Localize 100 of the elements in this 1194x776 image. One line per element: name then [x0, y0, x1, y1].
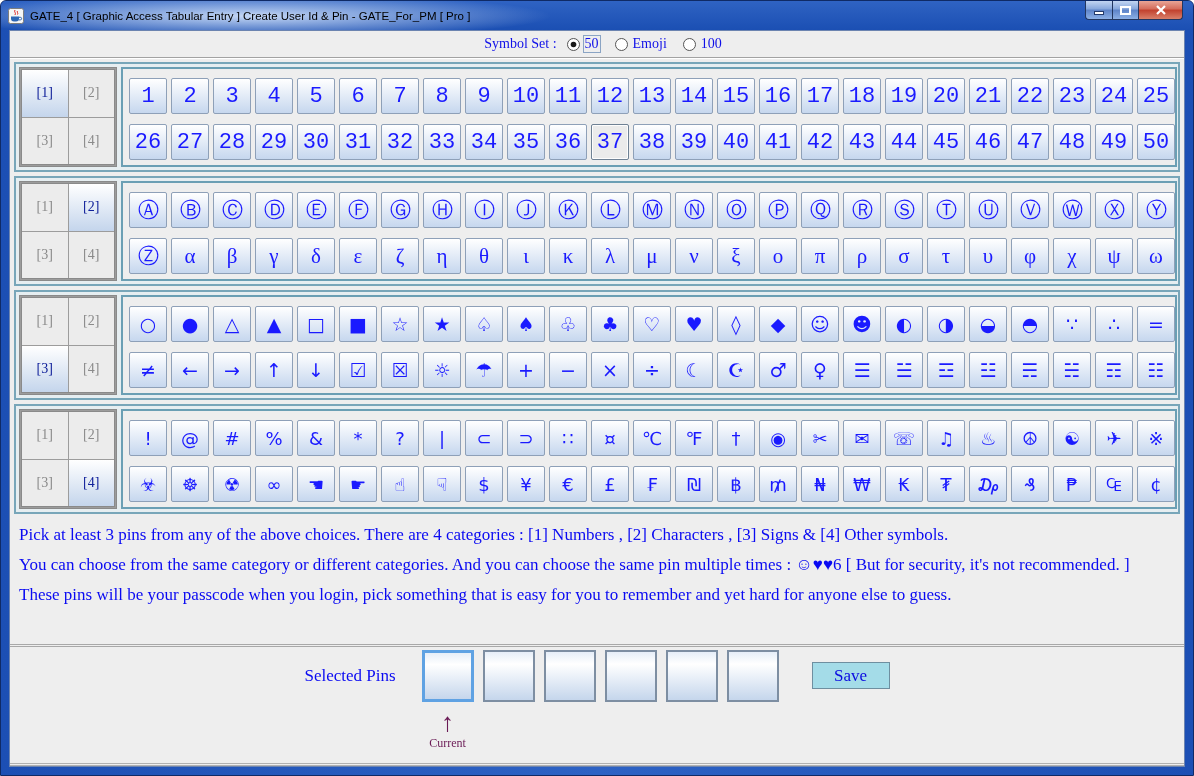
symbol-button[interactable]: 45 [927, 124, 965, 160]
symbol-button[interactable]: 24 [1095, 78, 1133, 114]
symbol-button[interactable]: μ [633, 238, 671, 274]
symbol-button[interactable]: ☂ [465, 352, 503, 388]
symbol-button[interactable]: ฿ [717, 466, 755, 502]
symbol-button[interactable]: 19 [885, 78, 923, 114]
symbol-button[interactable]: ₣ [633, 466, 671, 502]
symbol-button[interactable]: 12 [591, 78, 629, 114]
symbol-button[interactable]: Ⓑ [171, 192, 209, 228]
symbol-button[interactable]: ※ [1137, 420, 1175, 456]
symbol-button[interactable]: 2 [171, 78, 209, 114]
symbol-button[interactable]: ◆ [759, 306, 797, 342]
symbol-button[interactable]: ★ [423, 306, 461, 342]
symbol-button[interactable]: ☲ [927, 352, 965, 388]
symbol-button[interactable]: ▲ [255, 306, 293, 342]
symbol-button[interactable]: 21 [969, 78, 1007, 114]
pin-field[interactable] [543, 650, 596, 702]
pin-field[interactable] [604, 650, 657, 702]
category-tab[interactable]: [2] [68, 184, 114, 231]
symbol-button[interactable]: Ⓘ [465, 192, 503, 228]
symbol-button[interactable]: ι [507, 238, 545, 274]
symbol-button[interactable]: ≠ [129, 352, 167, 388]
symbol-button[interactable]: ₮ [927, 466, 965, 502]
symbol-button[interactable]: ☑ [339, 352, 377, 388]
symbol-button[interactable]: 48 [1053, 124, 1091, 160]
symbol-button[interactable]: □ [297, 306, 335, 342]
symbol-button[interactable]: ₯ [969, 466, 1007, 502]
symbol-button[interactable]: ψ [1095, 238, 1133, 274]
symbol-button[interactable]: Ⓗ [423, 192, 461, 228]
symbol-button[interactable]: ■ [339, 306, 377, 342]
symbol-button[interactable]: α [171, 238, 209, 274]
symbol-button[interactable]: € [549, 466, 587, 502]
symbol-button[interactable]: ♥ [675, 306, 713, 342]
symbol-button[interactable]: 27 [171, 124, 209, 160]
symbol-button[interactable]: ρ [843, 238, 881, 274]
symbol-button[interactable]: 46 [969, 124, 1007, 160]
symbol-button[interactable]: = [1137, 306, 1175, 342]
symbol-button[interactable]: 30 [297, 124, 335, 160]
symbol-button[interactable]: 28 [213, 124, 251, 160]
symbol-button[interactable]: 33 [423, 124, 461, 160]
symbol-button[interactable]: Ⓖ [381, 192, 419, 228]
symbol-button[interactable]: Ⓥ [1011, 192, 1049, 228]
symbol-button[interactable]: 6 [339, 78, 377, 114]
symbol-button[interactable]: 3 [213, 78, 251, 114]
symbol-button[interactable]: π [801, 238, 839, 274]
symbol-button[interactable]: 22 [1011, 78, 1049, 114]
symbol-button[interactable]: 8 [423, 78, 461, 114]
symbol-button[interactable]: ν [675, 238, 713, 274]
symbol-button[interactable]: ✈ [1095, 420, 1133, 456]
symbol-button[interactable]: 9 [465, 78, 503, 114]
symbol-button[interactable]: → [213, 352, 251, 388]
symbol-button[interactable]: ✉ [843, 420, 881, 456]
symbol-button[interactable]: 49 [1095, 124, 1133, 160]
symbol-button[interactable]: ☆ [381, 306, 419, 342]
maximize-button[interactable] [1112, 1, 1138, 20]
category-tab[interactable]: [3] [22, 345, 68, 392]
minimize-button[interactable] [1085, 1, 1112, 20]
symbol-button[interactable]: Ⓡ [843, 192, 881, 228]
symbol-button[interactable]: φ [1011, 238, 1049, 274]
symbol-button[interactable]: ○ [129, 306, 167, 342]
save-button[interactable]: Save [811, 662, 890, 689]
symbol-button[interactable]: Ⓝ [675, 192, 713, 228]
symbol-button[interactable]: Ⓚ [549, 192, 587, 228]
symbol-button[interactable]: ☳ [969, 352, 1007, 388]
symbol-button[interactable]: Ⓕ [339, 192, 377, 228]
symbol-button[interactable]: η [423, 238, 461, 274]
symbol-button[interactable]: % [255, 420, 293, 456]
symbol-button[interactable]: ☱ [885, 352, 923, 388]
symbol-button[interactable]: Ⓤ [969, 192, 1007, 228]
symbol-button[interactable]: ∴ [1095, 306, 1133, 342]
symbol-button[interactable]: ◊ [717, 306, 755, 342]
symbol-button[interactable]: Ⓢ [885, 192, 923, 228]
symbol-button[interactable]: ☛ [339, 466, 377, 502]
symbol-button[interactable]: Ⓒ [213, 192, 251, 228]
symbol-button[interactable]: ◑ [927, 306, 965, 342]
symbol-button[interactable]: ☸ [171, 466, 209, 502]
symbol-button[interactable]: ♡ [633, 306, 671, 342]
symbol-button[interactable]: ☴ [1011, 352, 1049, 388]
symbol-button[interactable]: 14 [675, 78, 713, 114]
symbol-button[interactable]: 29 [255, 124, 293, 160]
symbol-button[interactable]: ♨ [969, 420, 1007, 456]
symbol-button[interactable]: θ [465, 238, 503, 274]
symbol-button[interactable]: 35 [507, 124, 545, 160]
symbol-button[interactable]: 42 [801, 124, 839, 160]
symbol-button[interactable]: ☒ [381, 352, 419, 388]
symbol-button[interactable]: Ⓣ [927, 192, 965, 228]
symbol-button[interactable]: Ⓛ [591, 192, 629, 228]
symbol-button[interactable]: # [213, 420, 251, 456]
symbol-button[interactable]: β [213, 238, 251, 274]
symbol-button[interactable]: ₠ [1095, 466, 1133, 502]
symbol-button[interactable]: ☶ [1095, 352, 1133, 388]
symbol-button[interactable]: ◉ [759, 420, 797, 456]
symbol-button[interactable]: ☾ [675, 352, 713, 388]
category-tab[interactable]: [1] [22, 70, 68, 117]
symbol-button[interactable]: ℉ [675, 420, 713, 456]
symbol-button[interactable]: ← [171, 352, 209, 388]
symbol-button[interactable]: + [507, 352, 545, 388]
symbol-button[interactable]: 1 [129, 78, 167, 114]
symbol-button[interactable]: κ [549, 238, 587, 274]
symbol-button[interactable]: Ⓦ [1053, 192, 1091, 228]
